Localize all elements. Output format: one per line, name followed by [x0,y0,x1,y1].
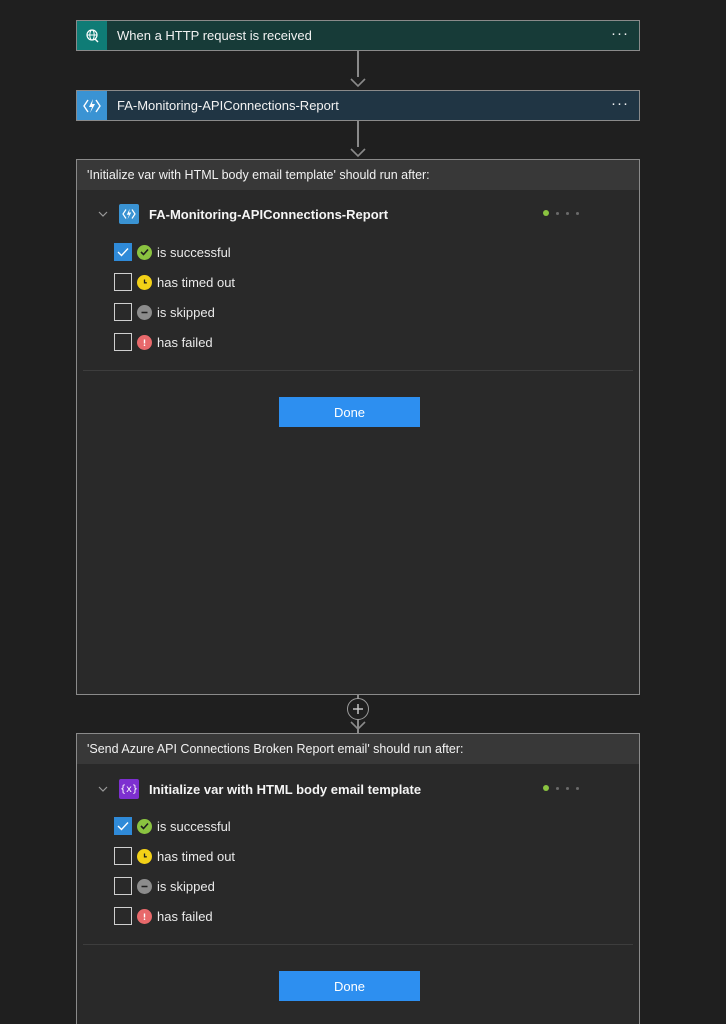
run-after-panel: 'Initialize var with HTML body email tem… [76,159,640,695]
error-icon [137,908,152,924]
function-icon [119,204,139,224]
panel-header: 'Send Azure API Connections Broken Repor… [77,734,639,764]
option-has-timed-out[interactable]: has timed out [114,846,235,866]
plus-icon [353,704,363,714]
action-row[interactable]: FA-Monitoring-APIConnections-Report [93,202,623,226]
skip-icon [137,878,152,894]
arrow-down-icon [350,148,366,158]
option-is-successful[interactable]: is successful [114,816,231,836]
arrow-down-icon [350,721,366,731]
done-button[interactable]: Done [279,971,420,1001]
connector-line [357,51,359,77]
option-label: has failed [157,908,213,924]
option-is-skipped[interactable]: is skipped [114,876,215,896]
function-icon [77,91,107,120]
arrow-down-icon [350,78,366,88]
clock-icon [137,848,152,864]
option-label: has timed out [157,274,236,290]
option-has-timed-out[interactable]: has timed out [114,272,235,292]
error-icon [137,334,152,350]
success-icon [137,244,152,260]
checkbox-has-timed-out[interactable] [114,847,132,865]
checkbox-has-failed[interactable] [114,333,132,351]
step-title: When a HTTP request is received [117,28,312,43]
divider [83,370,633,371]
status-dots [543,785,579,791]
action-row[interactable]: {x} Initialize var with HTML body email … [93,777,623,801]
step-http-trigger[interactable]: When a HTTP request is received ··· [76,20,640,51]
checkbox-is-skipped[interactable] [114,303,132,321]
option-label: has failed [157,334,213,350]
chevron-down-icon[interactable] [93,204,113,224]
status-dots [543,210,579,216]
option-label: has timed out [157,848,236,864]
done-button[interactable]: Done [279,397,420,427]
checkbox-is-successful[interactable] [114,243,132,261]
step-azure-function[interactable]: FA-Monitoring-APIConnections-Report ··· [76,90,640,121]
option-has-failed[interactable]: has failed [114,332,213,352]
run-after-panel: 'Send Azure API Connections Broken Repor… [76,733,640,1024]
option-label: is successful [157,818,231,834]
option-has-failed[interactable]: has failed [114,906,213,926]
more-options-button[interactable]: ··· [611,25,629,42]
check-icon [117,248,129,257]
action-name: Initialize var with HTML body email temp… [149,781,422,797]
clock-icon [137,274,152,290]
success-icon [137,818,152,834]
more-options-button[interactable]: ··· [611,95,629,112]
option-label: is skipped [157,304,215,320]
checkbox-has-failed[interactable] [114,907,132,925]
globe-icon [77,21,107,50]
check-icon [117,822,129,831]
option-is-successful[interactable]: is successful [114,242,231,262]
variable-icon: {x} [119,779,139,799]
add-step-button[interactable] [347,698,369,720]
checkbox-has-timed-out[interactable] [114,273,132,291]
action-name: FA-Monitoring-APIConnections-Report [149,206,389,222]
option-label: is successful [157,244,231,260]
checkbox-is-successful[interactable] [114,817,132,835]
skip-icon [137,304,152,320]
chevron-down-icon[interactable] [93,779,113,799]
step-title: FA-Monitoring-APIConnections-Report [117,98,339,113]
checkbox-is-skipped[interactable] [114,877,132,895]
connector-line [357,121,359,147]
option-label: is skipped [157,878,215,894]
panel-header: 'Initialize var with HTML body email tem… [77,160,639,190]
option-is-skipped[interactable]: is skipped [114,302,215,322]
divider [83,944,633,945]
